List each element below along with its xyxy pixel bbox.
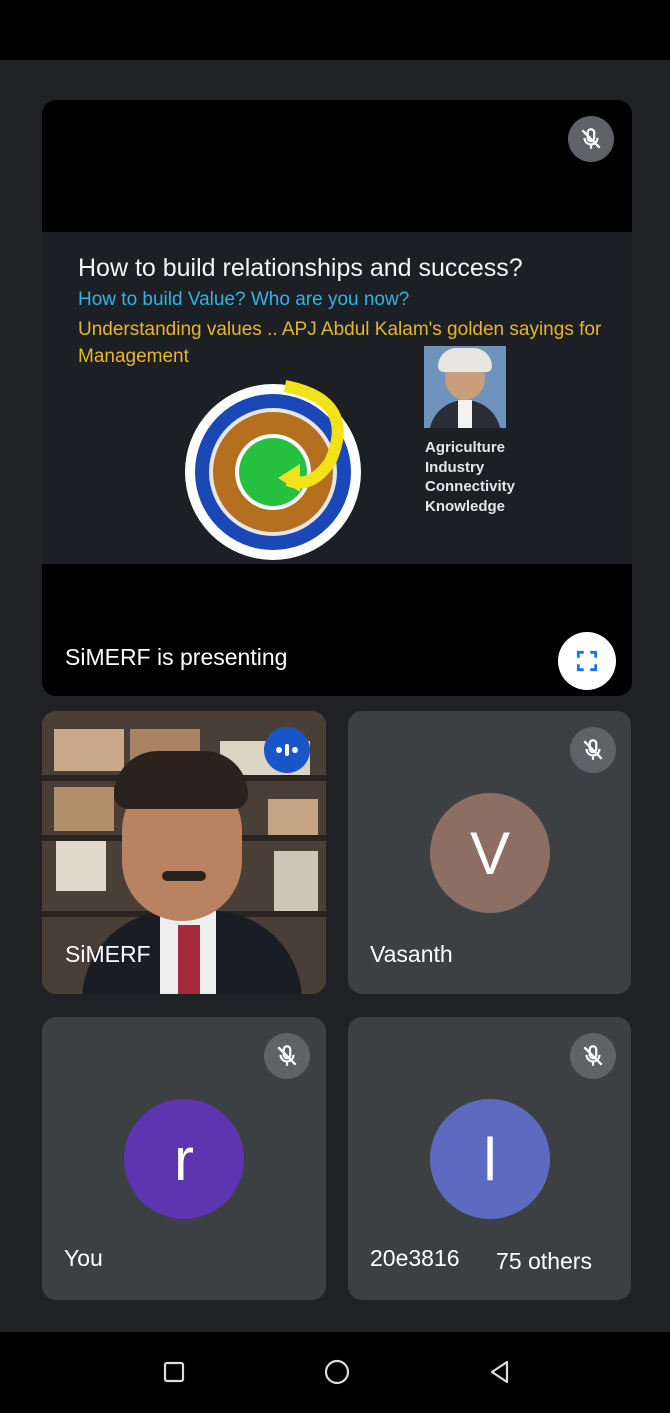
participant-name: SiMERF bbox=[65, 941, 151, 967]
mic-off-icon bbox=[570, 1033, 616, 1079]
avatar: V bbox=[430, 793, 550, 913]
slide-subtitle: How to build Value? Who are you now? bbox=[78, 289, 410, 310]
presenter-label: SiMERF is presenting bbox=[65, 644, 288, 670]
home-icon[interactable] bbox=[315, 1350, 359, 1394]
slide-list-item: Connectivity bbox=[425, 478, 516, 495]
fullscreen-button[interactable] bbox=[558, 632, 616, 690]
slide-list-item: Industry bbox=[425, 458, 485, 476]
participant-name: 20e3816 bbox=[370, 1245, 460, 1271]
others-button[interactable]: 75 others bbox=[468, 1232, 620, 1290]
audio-level-icon bbox=[264, 727, 310, 773]
mic-off-icon bbox=[568, 116, 614, 162]
slide-list-item: Knowledge bbox=[425, 497, 506, 515]
concentric-circles-diagram bbox=[185, 380, 361, 560]
presentation-tile[interactable]: How to build relationships and success? … bbox=[42, 100, 632, 696]
mic-off-icon bbox=[570, 727, 616, 773]
slide-list: Agriculture Industry Connectivity Knowle… bbox=[425, 438, 515, 516]
status-bar bbox=[0, 0, 670, 60]
slide-portrait-image bbox=[424, 346, 506, 428]
participant-tile-simerf[interactable]: SiMERF bbox=[42, 711, 326, 994]
participant-name: You bbox=[64, 1245, 103, 1271]
avatar: r bbox=[124, 1099, 244, 1219]
recents-icon[interactable] bbox=[152, 1350, 196, 1394]
participant-tile-you[interactable]: r You bbox=[42, 1017, 326, 1300]
slide-subtitle-2: Understanding values .. APJ Abdul Kalam'… bbox=[78, 319, 602, 367]
fullscreen-icon bbox=[576, 650, 598, 672]
mic-off-icon bbox=[264, 1033, 310, 1079]
avatar: l bbox=[430, 1099, 550, 1219]
back-icon[interactable] bbox=[478, 1350, 522, 1394]
participant-tile-vasanth[interactable]: V Vasanth bbox=[348, 711, 631, 994]
participant-name: Vasanth bbox=[370, 941, 453, 967]
system-nav-bar bbox=[0, 1332, 670, 1413]
slide-title: How to build relationships and success? bbox=[78, 254, 523, 282]
shared-slide: How to build relationships and success? … bbox=[42, 232, 632, 564]
slide-list-item: Agriculture bbox=[425, 439, 506, 456]
